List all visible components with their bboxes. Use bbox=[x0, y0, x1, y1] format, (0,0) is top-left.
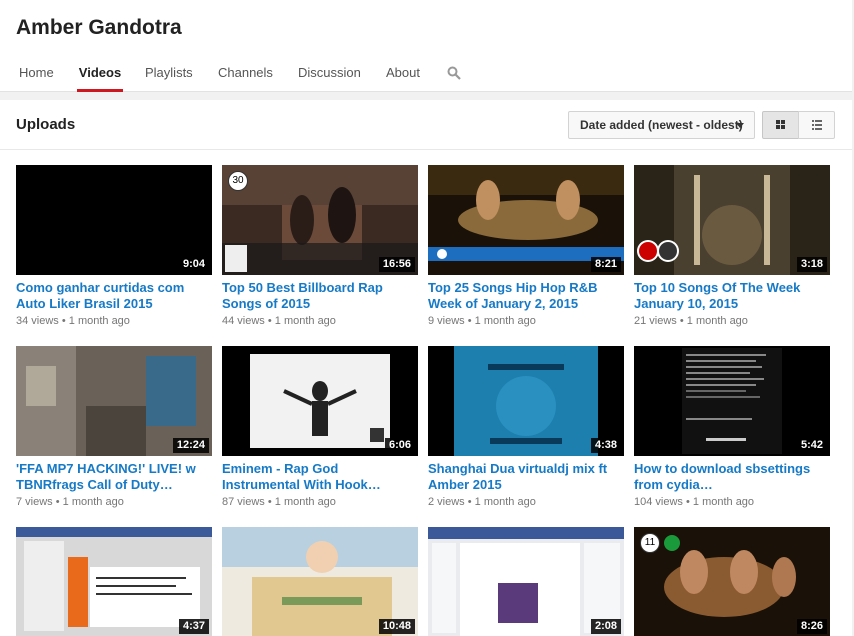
video-views: 87 views bbox=[222, 496, 265, 508]
video-title[interactable]: Eminem - Rap God Instrumental With Hook… bbox=[222, 461, 418, 493]
video-views: 34 views bbox=[16, 315, 59, 327]
video-thumbnail[interactable]: 8:21 bbox=[428, 165, 624, 275]
video-duration: 4:38 bbox=[590, 438, 621, 453]
video-meta: 104 views • 1 month ago bbox=[634, 496, 755, 508]
tab-videos[interactable]: Videos bbox=[77, 56, 123, 92]
video-card[interactable]: 4:38 Shanghai Dua virtualdj mix ft Amber… bbox=[428, 346, 624, 510]
video-card[interactable]: 8:21 Top 25 Songs Hip Hop R&B Week of Ja… bbox=[428, 165, 624, 329]
video-views: 2 views bbox=[428, 496, 465, 508]
tab-home[interactable]: Home bbox=[19, 56, 54, 92]
video-thumbnail[interactable]: 2:08 bbox=[428, 527, 624, 636]
video-card[interactable]: 5:42 How to download sbsettings from cyd… bbox=[634, 346, 830, 510]
video-views: 21 views bbox=[634, 315, 677, 327]
video-title[interactable]: Top 50 Best Billboard Rap Songs of 2015 bbox=[222, 280, 418, 312]
list-view-button[interactable] bbox=[798, 111, 835, 139]
grid-view-icon bbox=[776, 120, 785, 129]
channel-tabs: Home Videos Playlists Channels Discussio… bbox=[0, 56, 852, 92]
video-meta: 34 views • 1 month ago bbox=[16, 315, 130, 327]
channel-header: Amber Gandotra Home Videos Playlists Cha… bbox=[0, 0, 852, 92]
video-duration: 3:18 bbox=[796, 257, 827, 272]
video-meta: 87 views • 1 month ago bbox=[222, 496, 336, 508]
video-views: 9 views bbox=[428, 315, 465, 327]
video-card[interactable]: 30 16:56 Top 50 Best Billboard Rap Songs… bbox=[222, 165, 418, 329]
video-age: 1 month ago bbox=[692, 496, 755, 508]
video-duration: 16:56 bbox=[378, 257, 415, 272]
video-views: 44 views bbox=[222, 315, 265, 327]
video-card[interactable]: 6:06 Eminem - Rap God Instrumental With … bbox=[222, 346, 418, 510]
sort-label: Date added (newest - oldest) bbox=[580, 118, 743, 132]
video-views: 104 views bbox=[634, 496, 683, 508]
video-thumbnail[interactable]: 30 16:56 bbox=[222, 165, 418, 275]
rank-badge: 11 bbox=[640, 533, 660, 553]
video-title[interactable]: Como ganhar curtidas com Auto Liker Bras… bbox=[16, 280, 212, 312]
video-thumbnail[interactable]: 5:42 bbox=[634, 346, 830, 456]
sort-dropdown[interactable]: Date added (newest - oldest) bbox=[568, 111, 755, 139]
uploads-section: Uploads Date added (newest - oldest) 9:0… bbox=[0, 100, 852, 636]
video-card[interactable]: 2:08 bbox=[428, 527, 624, 636]
tab-playlists[interactable]: Playlists bbox=[145, 56, 193, 92]
video-card[interactable]: 3:18 Top 10 Songs Of The Week January 10… bbox=[634, 165, 830, 329]
video-title[interactable]: How to download sbsettings from cydia… bbox=[634, 461, 830, 493]
uploads-title: Uploads bbox=[16, 116, 76, 133]
video-meta: 21 views • 1 month ago bbox=[634, 315, 748, 327]
video-age: 1 month ago bbox=[62, 496, 124, 508]
video-age: 1 month ago bbox=[474, 315, 536, 327]
video-card[interactable]: 4:37 bbox=[16, 527, 212, 636]
video-meta: 7 views • 1 month ago bbox=[16, 496, 124, 508]
video-duration: 8:21 bbox=[590, 257, 621, 272]
list-view-icon bbox=[812, 120, 822, 130]
video-thumbnail[interactable]: 4:38 bbox=[428, 346, 624, 456]
video-age: 1 month ago bbox=[686, 315, 748, 327]
video-thumbnail[interactable]: 12:24 bbox=[16, 346, 212, 456]
video-card[interactable]: 11 8:26 bbox=[634, 527, 830, 636]
video-duration: 8:26 bbox=[796, 619, 827, 634]
video-views: 7 views bbox=[16, 496, 53, 508]
rank-badge: 30 bbox=[228, 171, 248, 191]
video-duration: 6:06 bbox=[384, 438, 415, 453]
video-meta: 9 views • 1 month ago bbox=[428, 315, 536, 327]
video-duration: 12:24 bbox=[172, 438, 209, 453]
grid-view-button[interactable] bbox=[762, 111, 799, 139]
search-icon[interactable] bbox=[447, 66, 461, 80]
video-age: 1 month ago bbox=[274, 315, 336, 327]
video-thumbnail[interactable]: 11 8:26 bbox=[634, 527, 830, 636]
video-card[interactable]: 9:04 Como ganhar curtidas com Auto Liker… bbox=[16, 165, 212, 329]
video-meta: 2 views • 1 month ago bbox=[428, 496, 536, 508]
video-thumbnail[interactable]: 9:04 bbox=[16, 165, 212, 275]
video-duration: 9:04 bbox=[178, 257, 209, 272]
tab-channels[interactable]: Channels bbox=[218, 56, 273, 92]
video-duration: 2:08 bbox=[590, 619, 621, 634]
video-title[interactable]: 'FFA MP7 HACKING!' LIVE! w TBNRfrags Cal… bbox=[16, 461, 212, 493]
video-duration: 4:37 bbox=[178, 619, 209, 634]
video-thumbnail[interactable]: 10:48 bbox=[222, 527, 418, 636]
video-age: 1 month ago bbox=[274, 496, 336, 508]
tab-about[interactable]: About bbox=[386, 56, 420, 92]
video-thumbnail[interactable]: 4:37 bbox=[16, 527, 212, 636]
video-duration: 5:42 bbox=[796, 438, 827, 453]
video-age: 1 month ago bbox=[68, 315, 130, 327]
caret-down-icon bbox=[736, 123, 744, 128]
video-title[interactable]: Top 10 Songs Of The Week January 10, 201… bbox=[634, 280, 830, 312]
video-card[interactable]: 12:24 'FFA MP7 HACKING!' LIVE! w TBNRfra… bbox=[16, 346, 212, 510]
video-title[interactable]: Top 25 Songs Hip Hop R&B Week of January… bbox=[428, 280, 624, 312]
video-card[interactable]: 10:48 bbox=[222, 527, 418, 636]
video-duration: 10:48 bbox=[378, 619, 415, 634]
video-meta: 44 views • 1 month ago bbox=[222, 315, 336, 327]
video-title[interactable]: Shanghai Dua virtualdj mix ft Amber 2015 bbox=[428, 461, 624, 493]
tab-discussion[interactable]: Discussion bbox=[298, 56, 361, 92]
video-age: 1 month ago bbox=[474, 496, 536, 508]
section-divider bbox=[0, 149, 852, 150]
video-thumbnail[interactable]: 3:18 bbox=[634, 165, 830, 275]
channel-title[interactable]: Amber Gandotra bbox=[16, 16, 182, 40]
video-thumbnail[interactable]: 6:06 bbox=[222, 346, 418, 456]
